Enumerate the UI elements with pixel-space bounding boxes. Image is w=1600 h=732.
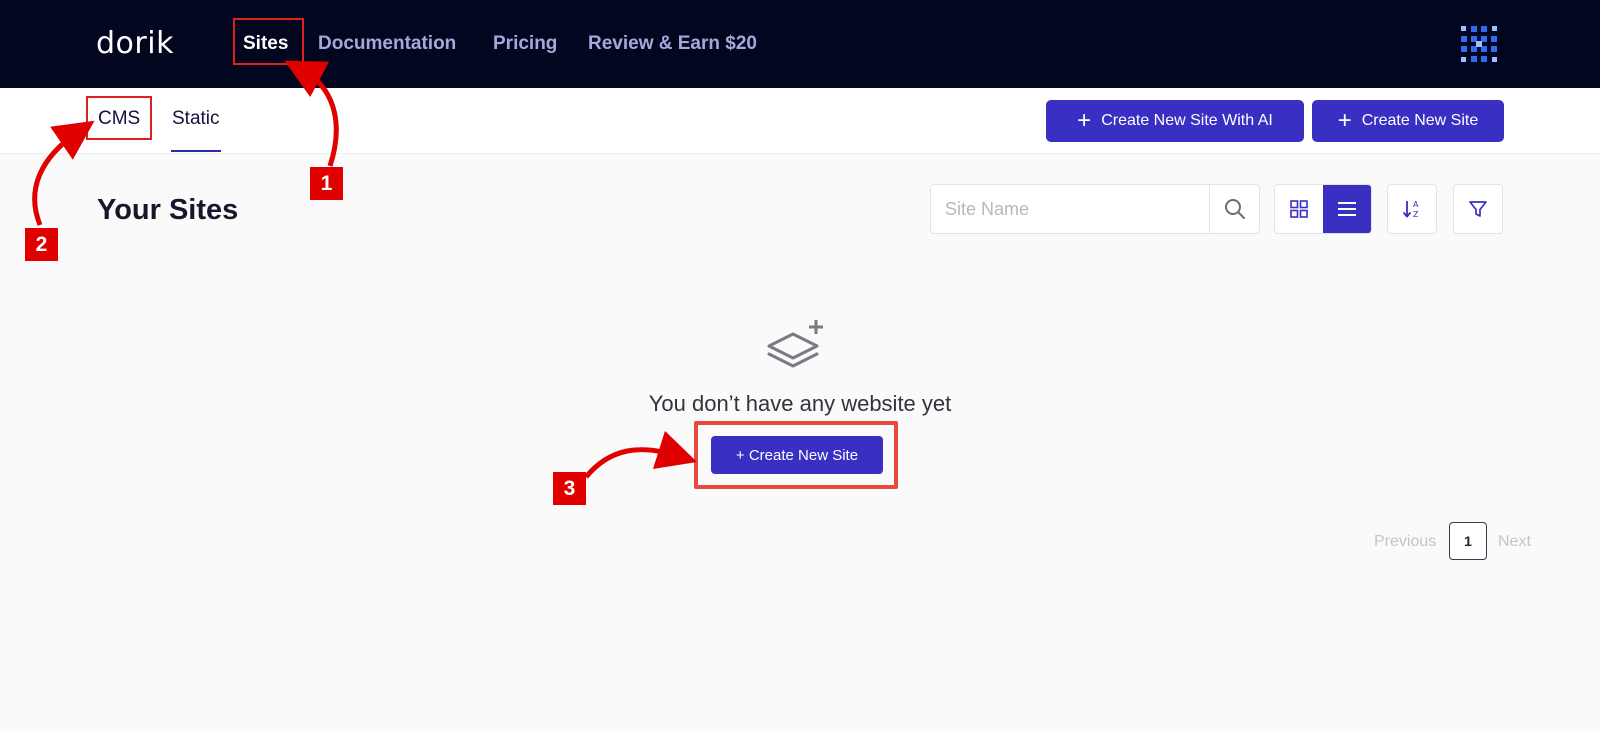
pagination-page-number[interactable]: 1 bbox=[1449, 522, 1487, 560]
plus-icon: + bbox=[1077, 107, 1092, 134]
highlight-box-sites bbox=[233, 18, 304, 65]
search-button[interactable] bbox=[1209, 185, 1259, 233]
pagination-next[interactable]: Next bbox=[1498, 533, 1531, 551]
add-layers-icon bbox=[767, 320, 823, 368]
grid-icon bbox=[1290, 200, 1308, 218]
sort-alpha-icon: A Z bbox=[1402, 200, 1419, 219]
nav-review-earn[interactable]: Review & Earn $20 bbox=[588, 33, 757, 55]
list-icon bbox=[1338, 202, 1356, 216]
secondary-bar: CMS Static + Create New Site With AI + C… bbox=[0, 88, 1600, 154]
grid-view-button[interactable] bbox=[1275, 185, 1323, 233]
search-icon bbox=[1224, 199, 1245, 219]
active-tab-indicator bbox=[171, 150, 221, 152]
search-box bbox=[930, 184, 1260, 234]
annotation-badge-2: 2 bbox=[25, 228, 58, 261]
arrow-3 bbox=[584, 430, 698, 479]
tab-static[interactable]: Static bbox=[172, 108, 220, 130]
annotation-badge-3: 3 bbox=[553, 472, 586, 505]
filter-button[interactable] bbox=[1453, 184, 1503, 234]
svg-text:A: A bbox=[1413, 200, 1419, 209]
page-title: Your Sites bbox=[97, 194, 239, 226]
plus-icon: + bbox=[1337, 107, 1352, 134]
list-view-button[interactable] bbox=[1323, 185, 1371, 233]
create-new-site-label: Create New Site bbox=[1361, 112, 1479, 129]
sort-button[interactable]: A Z bbox=[1387, 184, 1437, 234]
highlight-box-create bbox=[694, 421, 898, 489]
user-avatar-icon[interactable] bbox=[1458, 23, 1500, 65]
empty-state-message: You don’t have any website yet bbox=[648, 391, 952, 416]
nav-pricing[interactable]: Pricing bbox=[493, 33, 557, 55]
filter-icon bbox=[1469, 201, 1487, 217]
create-new-site-button[interactable]: + Create New Site bbox=[1312, 100, 1504, 142]
highlight-box-cms bbox=[86, 96, 152, 140]
annotation-badge-1: 1 bbox=[310, 167, 343, 200]
create-site-with-ai-button[interactable]: + Create New Site With AI bbox=[1046, 100, 1304, 142]
view-toggle bbox=[1274, 184, 1372, 234]
site-name-search-input[interactable] bbox=[931, 185, 1209, 233]
nav-documentation[interactable]: Documentation bbox=[318, 33, 456, 55]
svg-text:Z: Z bbox=[1413, 210, 1419, 219]
dorik-logo[interactable]: dorik bbox=[96, 26, 174, 61]
pagination-previous[interactable]: Previous bbox=[1374, 533, 1436, 551]
create-site-with-ai-label: Create New Site With AI bbox=[1101, 112, 1273, 129]
